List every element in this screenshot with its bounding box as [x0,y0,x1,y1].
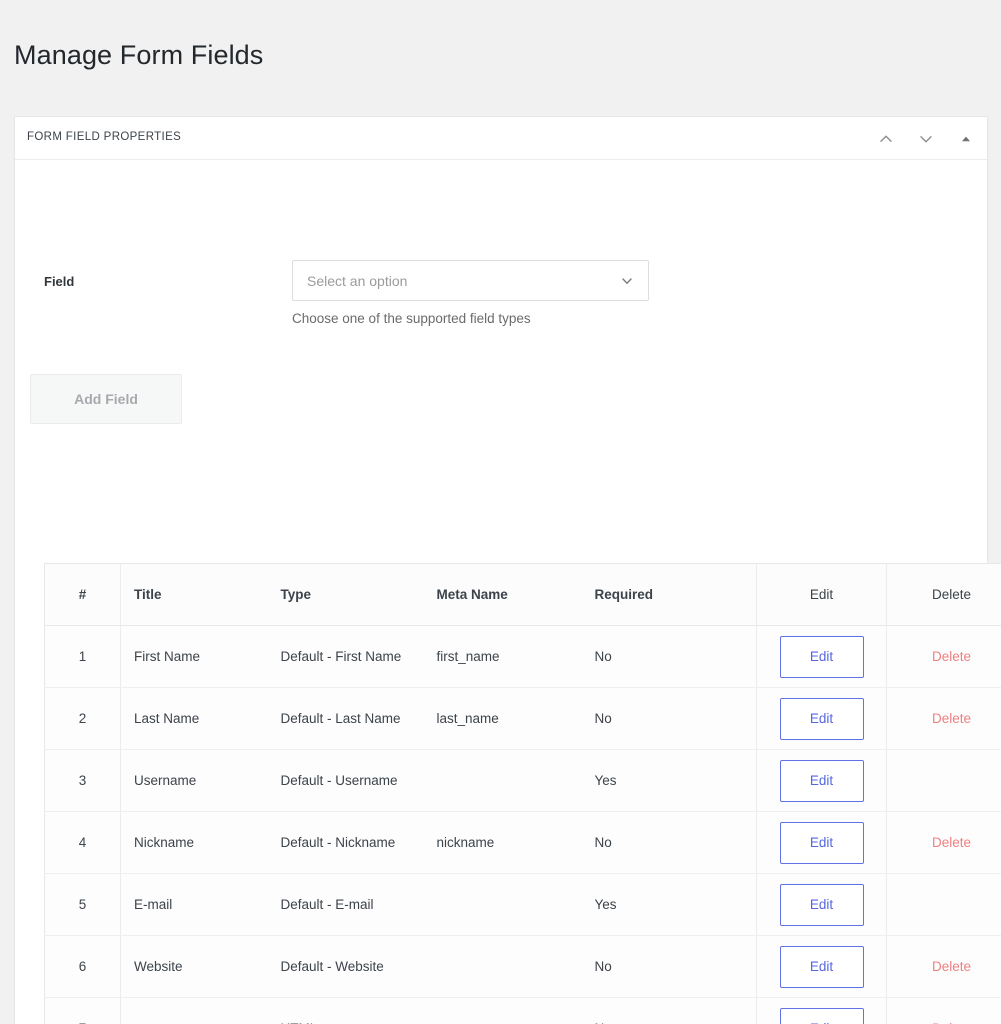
column-header-type: Type [280,563,437,626]
table-head: # Title Type Meta Name Required Edit Del… [44,563,1001,626]
move-up-icon[interactable] [875,128,897,150]
column-header-meta-name: Meta Name [436,563,595,626]
cell-row-number: 4 [44,811,121,874]
move-down-icon[interactable] [915,128,937,150]
cell-edit: Edit [756,873,887,936]
cell-type: Default - First Name [280,625,437,688]
delete-link[interactable]: Delete [932,835,971,850]
cell-edit: Edit [756,625,887,688]
edit-button[interactable]: Edit [779,759,864,802]
cell-row-number: 7 [44,997,121,1024]
cell-meta-name: first_name [436,625,595,688]
table-header-row: # Title Type Meta Name Required Edit Del… [44,563,1001,626]
delete-link[interactable]: Delete [932,959,971,974]
cell-edit: Edit [756,935,887,998]
delete-link[interactable]: Delete [932,649,971,664]
cell-meta-name [436,749,595,812]
column-header-edit: Edit [756,563,887,626]
edit-button[interactable]: Edit [779,697,864,740]
cell-title: Last Name [120,687,281,750]
table-row: 6 Website Default - Website No Edit Delete [44,935,1001,998]
delete-link[interactable]: Delete [932,711,971,726]
cell-meta-name: nickname [436,811,595,874]
cell-delete: Delete [886,625,1001,688]
field-type-select-value: Select an option [307,272,408,289]
column-header-title: Title [120,563,281,626]
cell-edit: Edit [756,997,887,1024]
table-row: 4 Nickname Default - Nickname nickname No Edi… [44,811,1001,874]
edit-button[interactable]: Edit [779,945,864,988]
cell-delete: Delete [886,997,1001,1024]
cell-title: Username [120,749,281,812]
field-help-text: Choose one of the supported field types [292,311,531,326]
cell-row-number: 3 [44,749,121,812]
table-row: 3 Username Default - Username Yes Edit [44,749,1001,812]
cell-required: No [594,625,757,688]
field-type-select-wrapper: Select an option [292,260,649,301]
cell-type: HTML [280,997,437,1024]
cell-delete [886,873,1001,936]
cell-title: First Name [120,625,281,688]
card-header: FORM FIELD PROPERTIES [15,117,987,160]
add-field-button[interactable]: Add Field [30,374,182,424]
cell-edit: Edit [756,749,887,812]
column-header-delete: Delete [886,563,1001,626]
cell-delete: Delete [886,811,1001,874]
cell-title: Website [120,935,281,998]
cell-title: Nickname [120,811,281,874]
edit-button[interactable]: Edit [779,821,864,864]
collapse-toggle-icon[interactable] [955,128,977,150]
cell-type: Default - E-mail [280,873,437,936]
field-selector-row: Field Select an option Choose one of the… [29,160,973,326]
cell-delete: Delete [886,935,1001,998]
cell-required: No [594,935,757,998]
cell-edit: Edit [756,811,887,874]
cell-row-number: 5 [44,873,121,936]
table-row: 5 E-mail Default - E-mail Yes Edit [44,873,1001,936]
cell-title: E-mail [120,873,281,936]
form-field-properties-card: FORM FIELD PROPERTIES Field Select an op… [14,116,1001,1024]
cell-edit: Edit [756,687,887,750]
table-row: 7 HTML No Edit Delete [44,997,1001,1024]
chevron-down-icon [622,277,632,284]
edit-button[interactable]: Edit [779,635,864,678]
cell-row-number: 1 [44,625,121,688]
cell-type: Default - Nickname [280,811,437,874]
cell-meta-name [436,997,595,1024]
cell-type: Default - Last Name [280,687,437,750]
card-header-title: FORM FIELD PROPERTIES [27,131,182,143]
table-row: 1 First Name Default - First Name first_nam… [44,625,1001,688]
field-type-select[interactable]: Select an option [292,260,649,301]
page-root: Manage Form Fields FORM FIELD PROPERTIES [0,0,1001,1024]
cell-type: Default - Website [280,935,437,998]
cell-meta-name [436,935,595,998]
cell-type: Default - Username [280,749,437,812]
form-fields-table-wrapper: # Title Type Meta Name Required Edit Del… [44,563,1001,1024]
page-title: Manage Form Fields [14,40,264,71]
cell-meta-name: last_name [436,687,595,750]
field-label: Field [44,274,75,289]
column-header-number: # [44,563,121,626]
column-header-required: Required [594,563,757,626]
cell-delete [886,749,1001,812]
form-fields-table: # Title Type Meta Name Required Edit Del… [44,563,1001,1024]
cell-row-number: 6 [44,935,121,998]
card-header-actions [875,117,977,160]
table-row: 2 Last Name Default - Last Name last_name No… [44,687,1001,750]
cell-required: No [594,687,757,750]
cell-required: No [594,997,757,1024]
cell-required: Yes [594,873,757,936]
cell-title [120,997,281,1024]
edit-button[interactable]: Edit [779,883,864,926]
card-body: Field Select an option Choose one of the… [15,160,1001,1024]
cell-row-number: 2 [44,687,121,750]
cell-required: No [594,811,757,874]
table-body: 1 First Name Default - First Name first_nam… [44,625,1001,1024]
cell-required: Yes [594,749,757,812]
cell-meta-name [436,873,595,936]
cell-delete: Delete [886,687,1001,750]
edit-button[interactable]: Edit [779,1007,864,1024]
